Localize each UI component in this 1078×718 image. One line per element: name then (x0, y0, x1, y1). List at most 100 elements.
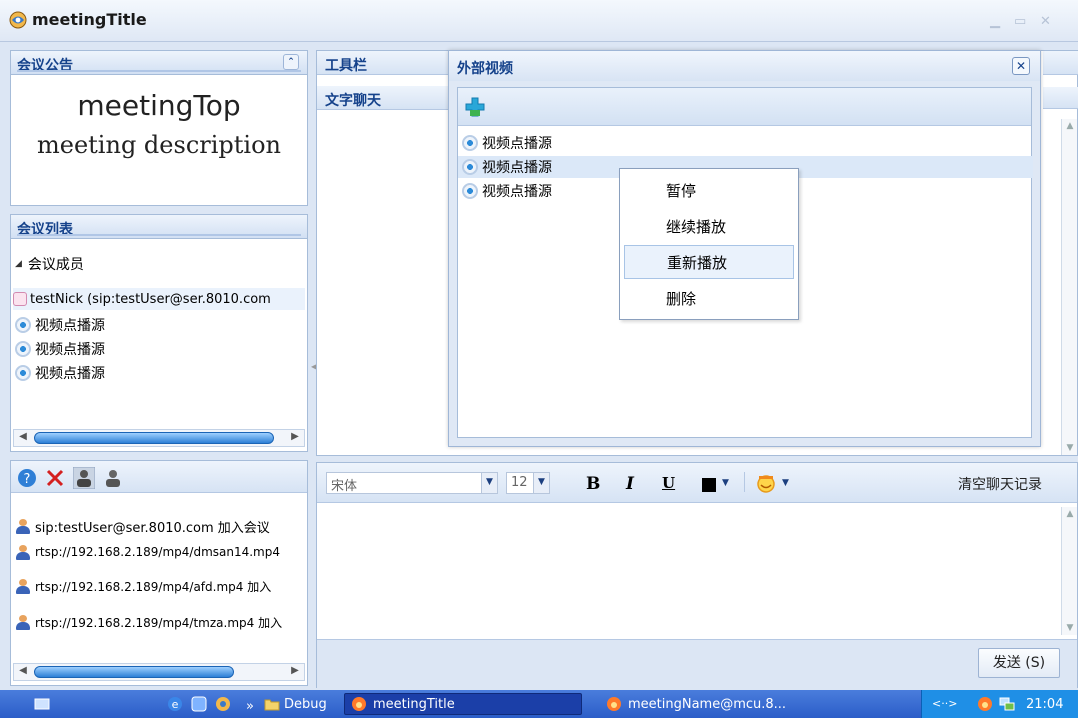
speaker-person-icon[interactable] (73, 467, 95, 489)
scroll-down-icon[interactable]: ▼ (1062, 623, 1078, 633)
tree-group-members[interactable]: ◢ 会议成员 (15, 253, 84, 275)
chevron-down-icon[interactable]: ▼ (722, 478, 729, 488)
clear-history-link[interactable]: 清空聊天记录 (958, 474, 1042, 494)
send-button[interactable]: 发送 (S) (978, 648, 1060, 678)
user-icon (15, 544, 31, 560)
person-icon[interactable] (103, 467, 123, 489)
input-vscrollbar[interactable]: ▲ ▼ (1061, 507, 1077, 635)
tray-app-icon[interactable] (976, 695, 994, 713)
menu-item-resume[interactable]: 继续播放 (624, 209, 794, 243)
taskbar-button-debug[interactable]: Debug (258, 693, 336, 715)
tab-toolbar[interactable]: 工具栏 (317, 51, 449, 75)
bold-button[interactable]: B (586, 474, 600, 494)
log-entry: rtsp://192.168.2.189/mp4/dmsan14.mp4 (15, 541, 280, 563)
log-hscrollbar[interactable]: ◀ ▶ (13, 663, 305, 681)
app-flame-icon (352, 697, 366, 711)
announcement-header: 会议公告 ⌃ (11, 51, 307, 75)
taskbar-button-meeting-title[interactable]: meetingTitle (344, 693, 582, 715)
user-icon (15, 614, 31, 630)
tab-strip-filler (1043, 87, 1078, 109)
user-icon (15, 518, 31, 534)
chat-input-panel: ▲ ▼ (316, 462, 1078, 689)
scroll-right-icon[interactable]: ▶ (288, 665, 302, 676)
show-desktop-icon[interactable] (34, 696, 50, 712)
folder-icon (264, 699, 280, 711)
quicklaunch-chevron[interactable]: » (240, 695, 254, 717)
text-color-swatch[interactable] (702, 478, 716, 492)
add-plus-icon[interactable] (464, 96, 486, 118)
list-item-vod[interactable]: 视频点播源 (15, 314, 105, 336)
dialog-titlebar: 外部视频 ✕ (449, 51, 1040, 81)
meeting-list-header: 会议列表 (11, 215, 307, 239)
meeting-description: meeting description (37, 131, 281, 159)
font-size-select[interactable]: 12 ▼ (506, 472, 550, 494)
menu-item-replay[interactable]: 重新播放 (624, 245, 794, 279)
clock: 21:04 (1026, 697, 1064, 712)
log-entry: rtsp://192.168.2.189/mp4/tmza.mp4 加入 (15, 611, 282, 633)
window-title: meetingTitle (32, 10, 147, 29)
system-tray: <··> 21:04 (921, 690, 1078, 718)
video-list-item[interactable]: 视频点播源 (462, 132, 552, 154)
tab-strip-filler (1043, 51, 1078, 75)
video-list-item[interactable]: 视频点播源 (462, 180, 552, 202)
toolbar-divider (744, 472, 745, 492)
user-icon (15, 578, 31, 594)
font-family-select[interactable]: 宋体 ▼ (326, 472, 498, 494)
vod-disc-icon (462, 159, 478, 175)
menu-item-delete[interactable]: 删除 (624, 281, 794, 315)
scroll-down-icon[interactable]: ▼ (1062, 443, 1078, 453)
scroll-right-icon[interactable]: ▶ (288, 431, 302, 442)
menu-item-pause[interactable]: 暂停 (624, 173, 794, 207)
vod-disc-icon (462, 135, 478, 151)
list-item-vod[interactable]: 视频点播源 (15, 362, 105, 384)
member-list-hscrollbar[interactable]: ◀ ▶ (13, 429, 305, 447)
tray-network-icon[interactable] (998, 695, 1016, 713)
collapse-up-icon[interactable]: ⌃ (283, 54, 299, 70)
scroll-up-icon[interactable]: ▲ (1062, 509, 1078, 519)
emoticon-icon[interactable] (756, 473, 778, 493)
scroll-left-icon[interactable]: ◀ (16, 431, 30, 442)
italic-button[interactable]: I (626, 474, 634, 494)
vod-disc-icon (15, 317, 31, 333)
maximize-button[interactable]: ▭ (1014, 14, 1026, 29)
taskbar: e » Debug meetingTitle meetingName@mcu.8… (0, 690, 1078, 718)
delete-x-icon[interactable] (45, 468, 65, 488)
user-status-icon (13, 292, 27, 306)
log-entry: sip:testUser@ser.8010.com 加入会议 (15, 515, 270, 537)
quicklaunch-app-icon[interactable] (190, 695, 208, 713)
ie-browser-icon[interactable]: e (166, 695, 184, 713)
announcement-panel: 会议公告 ⌃ meetingTop meeting description (10, 50, 308, 206)
chevron-down-icon[interactable]: ▼ (782, 478, 789, 488)
tab-text-chat[interactable]: 文字聊天 (317, 86, 449, 110)
chat-vscrollbar[interactable]: ▲ ▼ (1061, 119, 1077, 455)
svg-text:e: e (172, 698, 179, 711)
list-item-user[interactable]: testNick (sip:testUser@ser.8010.com (13, 288, 305, 310)
scroll-left-icon[interactable]: ◀ (16, 665, 30, 676)
send-bar (317, 639, 1077, 689)
vod-disc-icon (15, 365, 31, 381)
chevron-down-icon[interactable]: ▼ (481, 473, 497, 493)
scrollbar-thumb[interactable] (34, 666, 234, 678)
log-entry: rtsp://192.168.2.189/mp4/afd.mp4 加入 (15, 575, 271, 597)
minimize-button[interactable]: ▁ (990, 14, 1000, 29)
app-logo-icon (9, 11, 27, 29)
meeting-list-panel: 会议列表 ◢ 会议成员 testNick (sip:testUser@ser.8… (10, 214, 308, 452)
svg-text:?: ? (24, 472, 31, 487)
help-icon[interactable]: ? (17, 468, 37, 488)
log-toolbar: ? (11, 461, 307, 493)
chevron-down-icon[interactable]: ▼ (533, 473, 549, 493)
vod-disc-icon (15, 341, 31, 357)
close-window-button[interactable]: ✕ (1040, 14, 1051, 29)
vod-disc-icon (462, 183, 478, 199)
dialog-close-button[interactable]: ✕ (1012, 57, 1030, 75)
tray-arrows[interactable]: <··> (932, 697, 957, 710)
taskbar-button-meeting-name[interactable]: meetingName@mcu.8... (600, 693, 830, 715)
quicklaunch-meeting-icon[interactable] (214, 695, 232, 713)
window-titlebar: meetingTitle ▁ ▭ ✕ (0, 0, 1078, 42)
collapse-triangle-icon[interactable]: ◢ (15, 259, 22, 269)
event-log-panel: ? sip:testUser@ser.8010.com 加入会议 rtsp://… (10, 460, 308, 686)
scrollbar-thumb[interactable] (34, 432, 274, 444)
list-item-vod[interactable]: 视频点播源 (15, 338, 105, 360)
scroll-up-icon[interactable]: ▲ (1062, 121, 1078, 131)
underline-button[interactable]: U (662, 474, 675, 492)
